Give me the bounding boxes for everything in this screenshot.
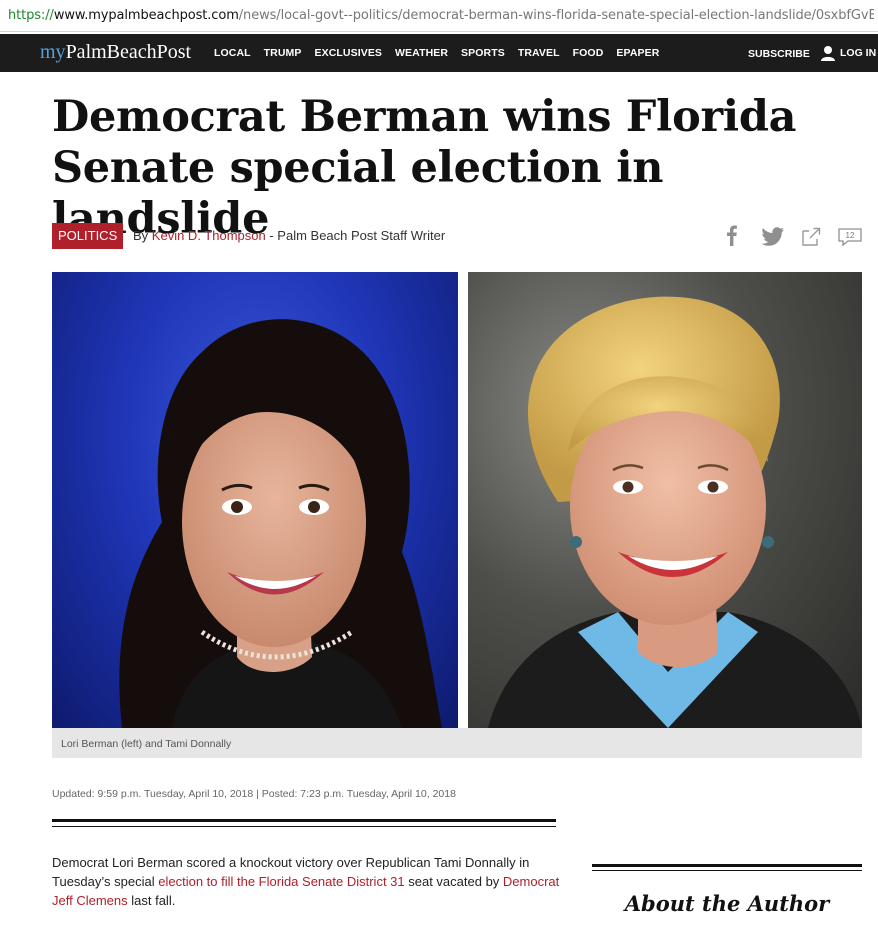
article-photo[interactable] (52, 272, 862, 728)
facebook-icon[interactable] (722, 222, 742, 250)
divider (52, 819, 556, 822)
photo-caption-bar: Lori Berman (left) and Tami Donnally (52, 728, 862, 758)
portrait-right-illustration (488, 296, 862, 728)
divider-thin (52, 826, 556, 827)
share-icon[interactable] (800, 222, 822, 250)
portrait-left-illustration (119, 319, 442, 728)
twitter-icon[interactable] (760, 222, 786, 250)
byline: By Kevin D. Thompson - Palm Beach Post S… (133, 228, 445, 243)
aside-divider-thin (592, 870, 862, 871)
url-scheme: https:// (8, 8, 54, 23)
byline-suffix: - Palm Beach Post Staff Writer (265, 228, 446, 243)
about-author-heading: About the Author (624, 891, 830, 916)
body-text-2: seat vacated by (404, 874, 503, 889)
nav-item-trump[interactable]: TRUMP (264, 47, 302, 59)
nav-item-exclusives[interactable]: EXCLUSIVES (315, 47, 383, 59)
site-logo[interactable]: myPalmBeachPost (40, 41, 191, 64)
updated-time: Updated: 9:59 p.m. Tuesday, April 10, 20… (52, 788, 254, 800)
address-url[interactable]: https://www.mypalmbeachpost.com/news/loc… (8, 8, 874, 23)
logo-my: my (40, 41, 66, 63)
comment-bubble-icon[interactable]: 12 (836, 222, 864, 250)
byline-prefix: By (133, 228, 149, 243)
user-icon (821, 46, 835, 61)
nav-item-travel[interactable]: TRAVEL (518, 47, 560, 59)
nav-item-food[interactable]: FOOD (573, 47, 604, 59)
nav-item-sports[interactable]: SPORTS (461, 47, 505, 59)
logo-name: PalmBeachPost (65, 41, 192, 63)
body-link-election[interactable]: election to fill the Florida Senate Dist… (158, 874, 404, 889)
nav-menu: LOCAL TRUMP EXCLUSIVES WEATHER SPORTS TR… (214, 47, 672, 59)
url-path: /news/local-govt--politics/democrat-berm… (238, 8, 874, 23)
posted-time: Posted: 7:23 p.m. Tuesday, April 10, 201… (261, 788, 456, 800)
aside-divider (592, 864, 862, 867)
article-body-paragraph: Democrat Lori Berman scored a knockout v… (52, 853, 562, 910)
category-tag[interactable]: POLITICS (52, 223, 124, 249)
address-bar[interactable]: https://www.mypalmbeachpost.com/news/loc… (0, 0, 878, 32)
login-label: LOG IN (840, 47, 877, 59)
nav-item-local[interactable]: LOCAL (214, 47, 251, 59)
url-host: www.mypalmbeachpost.com (53, 8, 239, 23)
photo-lori-berman (52, 272, 458, 728)
article-timestamps: Updated: 9:59 p.m. Tuesday, April 10, 20… (52, 788, 456, 800)
comment-count: 12 (846, 231, 855, 240)
subscribe-link[interactable]: SUBSCRIBE (748, 48, 810, 60)
author-link[interactable]: Kevin D. Thompson (152, 228, 266, 243)
site-navigation: myPalmBeachPost LOCAL TRUMP EXCLUSIVES W… (0, 34, 878, 72)
timestamp-separator: | (253, 788, 262, 800)
body-text-3: last fall. (127, 893, 176, 908)
login-link[interactable]: LOG IN (820, 45, 876, 61)
nav-item-epaper[interactable]: EPAPER (616, 47, 659, 59)
photo-tami-donnally (468, 272, 862, 728)
nav-item-weather[interactable]: WEATHER (395, 47, 448, 59)
photo-caption: Lori Berman (left) and Tami Donnally (61, 738, 232, 750)
